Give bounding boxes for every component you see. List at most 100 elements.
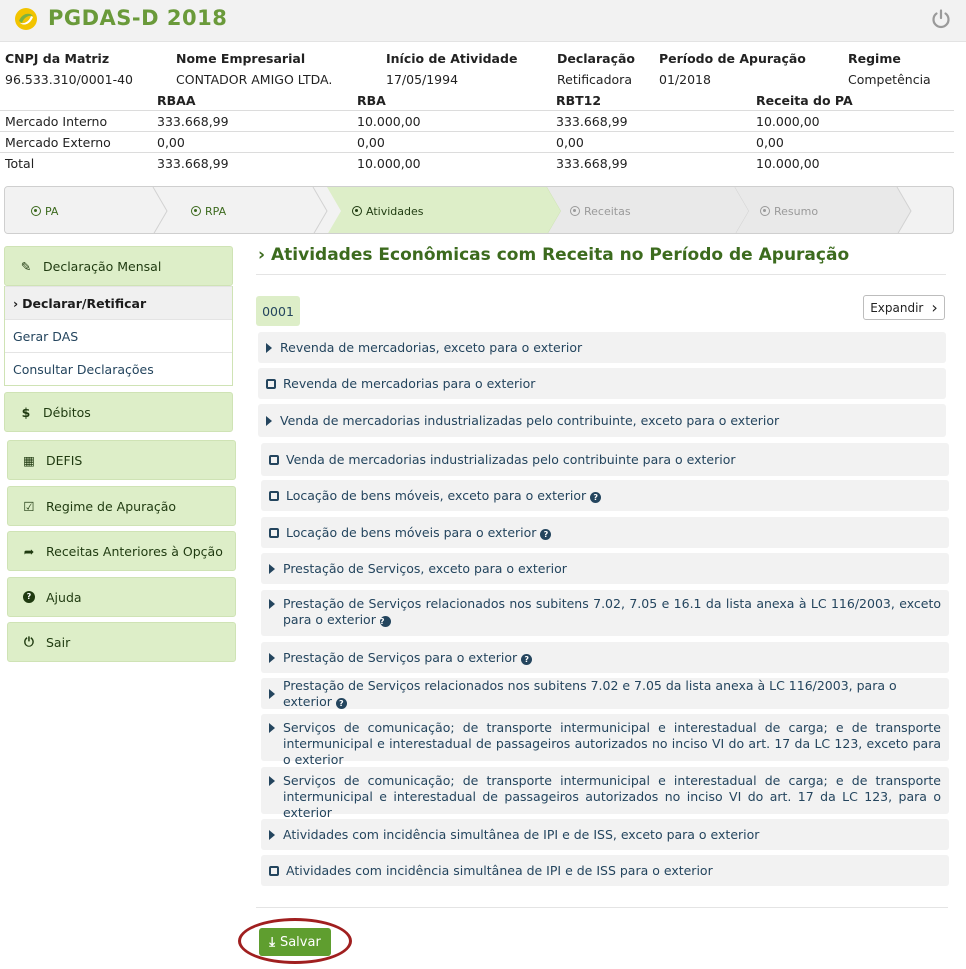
caret-right-icon <box>269 688 275 699</box>
rbt12-value: 333.668,99 <box>556 156 628 171</box>
revenue-row: Mercado Interno 333.668,99 10.000,00 333… <box>0 111 954 132</box>
step-dot-icon <box>760 206 770 216</box>
receita-logo-icon <box>15 8 37 30</box>
activity-row[interactable]: Venda de mercadorias industrializadas pe… <box>258 404 946 437</box>
step-resumo[interactable]: Resumo <box>760 187 819 233</box>
divider <box>256 274 946 275</box>
activity-row[interactable]: Prestação de Serviços relacionados nos s… <box>261 590 949 636</box>
question-circle-icon[interactable]: ? <box>335 697 347 709</box>
save-label: Salvar <box>279 934 321 950</box>
header-rbaa: RBAA <box>157 93 196 108</box>
share-arrow-icon: ➦ <box>23 543 35 559</box>
sidebar-debitos[interactable]: $ Débitos <box>4 392 233 432</box>
activity-row[interactable]: Serviços de comunicação; de transporte i… <box>261 714 949 767</box>
checkbox[interactable] <box>266 378 276 389</box>
value-regime: Competência <box>848 72 931 87</box>
header-rba: RBA <box>357 93 386 108</box>
step-dot-icon <box>570 206 580 216</box>
expand-button[interactable]: Expandir › <box>863 295 945 320</box>
value-periodo: 01/2018 <box>659 72 711 87</box>
activity-row[interactable]: Atividades com incidência simultânea de … <box>261 855 949 886</box>
step-label: Receitas <box>584 204 631 218</box>
rbt12-value: 333.668,99 <box>556 114 628 129</box>
sidebar-item-label: Sair <box>46 634 71 650</box>
row-label: Total <box>5 156 35 171</box>
power-icon[interactable] <box>930 8 952 30</box>
caret-right-icon <box>269 776 275 786</box>
activity-row[interactable]: Prestação de Serviços, exceto para o ext… <box>261 553 949 584</box>
question-circle-icon[interactable]: ? <box>540 528 552 540</box>
sidebar-declaracao-mensal[interactable]: ✎ Declaração Mensal <box>4 246 233 286</box>
sidebar-receitas-anteriores[interactable]: ➦ Receitas Anteriores à Opção <box>7 531 236 571</box>
caret-right-icon <box>269 599 275 609</box>
activity-label: Serviços de comunicação; de transporte i… <box>283 773 941 820</box>
question-circle-icon[interactable]: ? <box>521 653 533 665</box>
value-nome: CONTADOR AMIGO LTDA. <box>176 72 333 87</box>
chevron-right-icon: › <box>258 245 266 265</box>
activity-row[interactable]: Revenda de mercadorias para o exterior <box>258 368 946 399</box>
step-label: Resumo <box>774 204 819 218</box>
revenue-row: Total 333.668,99 10.000,00 333.668,99 10… <box>0 153 954 174</box>
question-circle-icon: ? <box>22 591 36 603</box>
rbt12-value: 0,00 <box>556 135 584 150</box>
sidebar-item-label: Ajuda <box>46 589 82 605</box>
checkbox[interactable] <box>269 865 279 876</box>
header-inicio: Início de Atividade <box>386 51 518 66</box>
question-circle-icon[interactable]: ? <box>590 491 602 503</box>
download-icon: ⤓ <box>269 934 275 950</box>
activity-label: Locação de bens móveis, exceto para o ex… <box>286 488 602 504</box>
activity-row[interactable]: Serviços de comunicação; de transporte i… <box>261 767 949 820</box>
checkbox[interactable] <box>269 490 279 501</box>
activity-row[interactable]: Prestação de Serviços relacionados nos s… <box>261 678 949 709</box>
receita-pa-value: 10.000,00 <box>756 156 820 171</box>
step-label: RPA <box>205 204 227 218</box>
activity-row[interactable]: Locação de bens móveis, exceto para o ex… <box>261 480 949 511</box>
activity-label: Revenda de mercadorias para o exterior <box>283 375 536 391</box>
revenue-header-row: RBAA RBA RBT12 Receita do PA <box>0 90 954 111</box>
sidebar-item-label: Débitos <box>43 404 91 420</box>
step-pa[interactable]: PA <box>31 187 58 233</box>
step-atividades[interactable]: Atividades <box>352 187 423 233</box>
top-bar: PGDAS-D 2018 <box>0 0 966 42</box>
step-dot-icon <box>191 206 201 216</box>
sidebar-defis[interactable]: ▦ DEFIS <box>7 440 236 480</box>
page-title: › Atividades Econômicas com Receita no Pe… <box>258 245 849 265</box>
sidebar-regime-apuracao[interactable]: ☑ Regime de Apuração <box>7 486 236 526</box>
sidebar-item-declarar-retificar[interactable]: › Declarar/Retificar <box>5 286 232 319</box>
row-label: Mercado Externo <box>5 135 111 150</box>
value-inicio: 17/05/1994 <box>386 72 459 87</box>
value-declaracao: Retificadora <box>557 72 632 87</box>
wizard-steps: PA RPA Atividades Receitas Resumo <box>4 186 954 234</box>
row-label: Mercado Interno <box>5 114 108 129</box>
rbaa-value: 333.668,99 <box>157 114 229 129</box>
sidebar-item-consultar-declaracoes[interactable]: Consultar Declarações <box>5 352 232 385</box>
step-receitas[interactable]: Receitas <box>570 187 631 233</box>
activity-row[interactable]: Venda de mercadorias industrializadas pe… <box>261 443 949 476</box>
question-circle-icon[interactable]: ? <box>379 616 391 627</box>
caret-right-icon <box>269 563 275 574</box>
sidebar-sair[interactable]: ⏻ Sair <box>7 622 236 662</box>
expand-label: Expandir <box>870 300 924 315</box>
header-receita-pa: Receita do PA <box>756 93 853 108</box>
step-rpa[interactable]: RPA <box>191 187 227 233</box>
revenue-row: Mercado Externo 0,00 0,00 0,00 0,00 <box>0 132 954 153</box>
value-cnpj: 96.533.310/0001-40 <box>5 72 134 87</box>
checkbox[interactable] <box>269 454 279 465</box>
activity-label: Venda de mercadorias industrializadas pe… <box>286 451 736 467</box>
checkbox[interactable] <box>269 527 279 538</box>
activity-row[interactable]: Prestação de Serviços para o exterior? <box>261 642 949 673</box>
activity-label: Serviços de comunicação; de transporte i… <box>283 720 941 767</box>
activity-row[interactable]: Atividades com incidência simultânea de … <box>261 819 949 850</box>
company-header-row: CNPJ da Matriz Nome Empresarial Início d… <box>0 48 954 69</box>
power-icon: ⏻ <box>24 634 34 649</box>
company-values-row: 96.533.310/0001-40 CONTADOR AMIGO LTDA. … <box>0 69 954 90</box>
activity-row[interactable]: Revenda de mercadorias, exceto para o ex… <box>258 332 946 363</box>
sidebar-item-label: DEFIS <box>46 452 83 468</box>
save-button[interactable]: ⤓ Salvar <box>259 928 331 956</box>
caret-right-icon <box>269 829 275 840</box>
header-regime: Regime <box>848 51 901 66</box>
caret-right-icon <box>269 723 275 733</box>
activity-row[interactable]: Locação de bens móveis para o exterior? <box>261 517 949 548</box>
sidebar-ajuda[interactable]: ? Ajuda <box>7 577 236 617</box>
sidebar-item-gerar-das[interactable]: Gerar DAS <box>5 319 232 352</box>
